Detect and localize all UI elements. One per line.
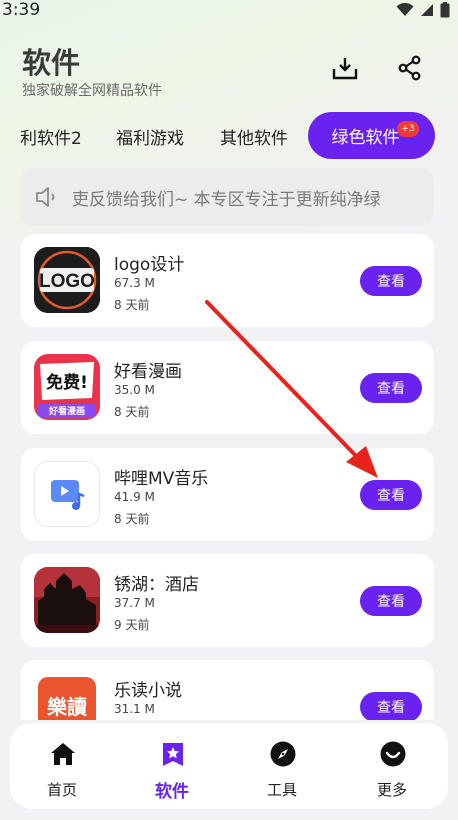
list-item[interactable]: LOGO logo设计 67.3 M 8 天前 查看	[21, 234, 434, 327]
ledu-icon-text: 樂讀	[47, 695, 87, 719]
app-updated: 8 天前	[114, 405, 150, 419]
download-button[interactable]	[331, 54, 359, 82]
status-icons	[396, 2, 450, 18]
speaker-icon	[36, 187, 55, 207]
manhua-icon-text-top: 免费!	[46, 372, 88, 393]
view-button[interactable]: 查看	[360, 266, 422, 296]
app-updated: 8 天前	[114, 298, 150, 312]
list-item[interactable]: 免费! 好看漫画 好看漫画 35.0 M 8 天前 查看	[21, 341, 434, 434]
view-button[interactable]: 查看	[360, 480, 422, 510]
app-size: 41.9 M	[114, 490, 155, 504]
bottom-nav: 首页 软件 工具 更多	[10, 723, 448, 809]
manhua-icon-text-bottom: 好看漫画	[48, 405, 85, 417]
app-list[interactable]: LOGO logo设计 67.3 M 8 天前 查看 免费! 好看漫画 好看漫画…	[0, 234, 458, 720]
app-name: 乐读小说	[114, 681, 182, 701]
app-size: 37.7 M	[114, 596, 155, 610]
wifi-icon	[396, 3, 414, 16]
share-icon	[398, 55, 421, 81]
list-item[interactable]: 哔哩MV音乐 41.9 M 8 天前 查看	[21, 448, 434, 541]
nav-more[interactable]: 更多	[342, 723, 442, 809]
share-button[interactable]	[396, 54, 424, 82]
tab-other-software[interactable]: 其他软件	[220, 124, 288, 149]
rusty-lake-hotel-icon	[34, 567, 100, 633]
view-button[interactable]: 查看	[360, 692, 422, 720]
notice-bar[interactable]: 吏反馈给我们~ 本专区专注于更新纯净绿	[20, 168, 434, 226]
app-size: 67.3 M	[114, 276, 155, 290]
nav-software[interactable]: 软件	[122, 723, 222, 809]
tab-green-software[interactable]: 绿色软件 +3	[308, 112, 435, 159]
view-button[interactable]: 查看	[360, 373, 422, 403]
app-updated: 9 天前	[114, 618, 150, 632]
page-title: 软件	[22, 46, 81, 80]
view-button[interactable]: 查看	[360, 586, 422, 616]
category-tabs: 利软件2 福利游戏 其他软件 绿色软件 +3	[0, 112, 458, 160]
list-item[interactable]: 樂讀 乐读小说 31.1 M 查看	[21, 660, 434, 720]
status-bar: 3:39	[0, 0, 458, 24]
page-subtitle: 独家破解全网精品软件	[22, 83, 162, 99]
nav-tools[interactable]: 工具	[232, 723, 332, 809]
app-size: 31.1 M	[114, 702, 155, 716]
nav-more-label: 更多	[376, 781, 407, 799]
ledu-novel-icon: 樂讀	[34, 673, 100, 720]
app-updated: 8 天前	[114, 512, 150, 526]
haokan-manhua-icon: 免费! 好看漫画	[34, 354, 100, 420]
app-name: 哔哩MV音乐	[114, 469, 209, 489]
app-name: 好看漫画	[114, 362, 182, 382]
home-icon	[51, 743, 75, 765]
tab-green-software-label: 绿色软件	[331, 128, 400, 148]
software-star-icon	[163, 743, 183, 766]
battery-icon	[440, 2, 450, 18]
list-item[interactable]: 锈湖：酒店 37.7 M 9 天前 查看	[21, 554, 434, 647]
nav-tools-label: 工具	[266, 781, 297, 799]
tab-badge: +3	[397, 121, 419, 137]
nav-home-label: 首页	[46, 781, 77, 799]
bili-mv-music-icon	[34, 461, 100, 527]
logo-design-icon: LOGO	[34, 247, 100, 313]
cellular-signal-icon	[421, 4, 433, 16]
app-name: 锈湖：酒店	[114, 575, 199, 595]
nav-home[interactable]: 首页	[12, 723, 112, 809]
download-icon	[332, 58, 358, 80]
notice-text: 吏反馈给我们~ 本专区专注于更新纯净绿	[72, 190, 381, 210]
tab-fuli-games[interactable]: 福利游戏	[116, 124, 184, 149]
app-size: 35.0 M	[114, 383, 155, 397]
more-smile-icon	[380, 741, 406, 767]
logo-icon-text: LOGO	[39, 271, 95, 292]
app-name: logo设计	[114, 255, 185, 275]
tab-fuli-software-2[interactable]: 利软件2	[20, 124, 82, 149]
status-time: 3:39	[2, 0, 41, 20]
nav-software-label: 软件	[155, 782, 189, 802]
compass-icon	[270, 741, 296, 767]
